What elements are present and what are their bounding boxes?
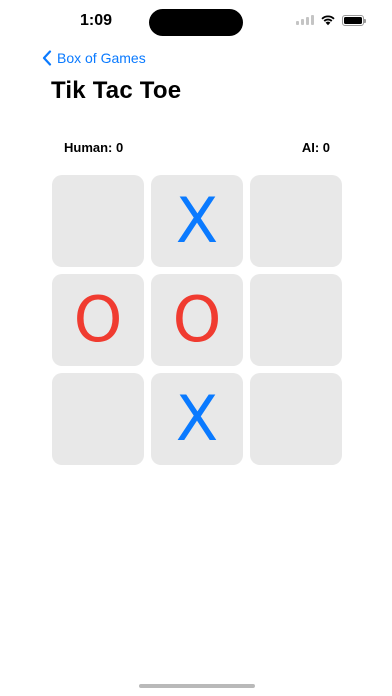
cellular-icon xyxy=(296,15,314,25)
board-cell-3[interactable] xyxy=(250,175,342,267)
game-board: X O O X xyxy=(52,175,342,465)
board-cell-8[interactable]: X xyxy=(151,373,243,465)
battery-icon xyxy=(342,14,366,26)
status-bar: 1:09 xyxy=(0,0,392,44)
back-button-label: Box of Games xyxy=(57,50,146,66)
chevron-left-icon xyxy=(42,50,52,66)
wifi-icon xyxy=(321,15,335,26)
home-indicator[interactable] xyxy=(139,684,255,688)
board-cell-2[interactable]: X xyxy=(151,175,243,267)
dynamic-island xyxy=(149,9,243,36)
status-time: 1:09 xyxy=(80,12,113,29)
human-score: Human: 0 xyxy=(64,140,124,155)
board-cell-9[interactable] xyxy=(250,373,342,465)
app-screen: 1:09 Box of Games Tik Tac Toe Human: 0 A… xyxy=(0,0,392,696)
board-cell-5[interactable]: O xyxy=(151,274,243,366)
back-button[interactable]: Box of Games xyxy=(42,47,146,69)
ai-score: AI: 0 xyxy=(301,140,330,155)
page-title: Tik Tac Toe xyxy=(51,77,182,104)
board-cell-1[interactable] xyxy=(52,175,144,267)
board-cell-4[interactable]: O xyxy=(52,274,144,366)
board-cell-7[interactable] xyxy=(52,373,144,465)
status-icons xyxy=(296,14,366,26)
board-cell-6[interactable] xyxy=(250,274,342,366)
